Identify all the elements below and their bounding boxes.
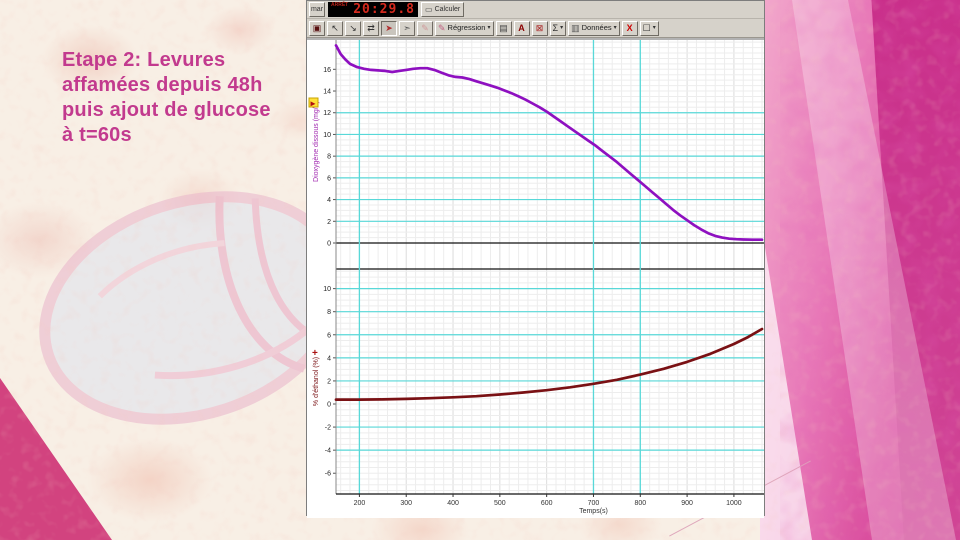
x-tick-label: 300 (400, 500, 412, 507)
y-tick-label: 10 (323, 286, 331, 293)
text-tool-button[interactable]: A (513, 20, 530, 36)
y-tick-label: 0 (327, 402, 331, 409)
save-button[interactable]: ▤ (495, 20, 512, 36)
run-mode-button[interactable]: mar (309, 2, 325, 17)
y-tick-label: 14 (323, 89, 331, 96)
y-tick-label: 4 (327, 197, 331, 204)
run-mode-label: mar (310, 6, 324, 13)
cursor-zoom-out-button[interactable]: ↘ (345, 20, 361, 36)
cursor-zoom-in-button[interactable]: ↖ (327, 20, 343, 36)
caret-down-icon: ▾ (652, 25, 656, 31)
data-button[interactable]: ▥ Données ▾ (568, 20, 620, 36)
y-tick-label: 2 (327, 219, 331, 226)
slide-title-line: à t=60s (62, 124, 132, 146)
x-tick-label: 500 (494, 500, 506, 507)
slide-title: Etape 2: Levures affamées depuis 48h pui… (62, 48, 271, 148)
plus-marker-icon[interactable]: + (312, 348, 318, 359)
x-tick-label: 700 (588, 500, 600, 507)
regression-label: Régression (447, 23, 486, 32)
pointer-menu-button[interactable]: ➣ (399, 20, 415, 36)
timer-bar: mar ARRÊT 20:29.8 ▭ Calculer (307, 1, 764, 19)
y-tick-label: 8 (327, 309, 331, 316)
selection-icon: ☐ (642, 23, 651, 33)
sigma-icon: Σ (552, 23, 559, 33)
sigma-button[interactable]: Σ ▾ (549, 20, 567, 36)
x-tick-label: 600 (541, 500, 553, 507)
calculate-label: Calculer (434, 6, 461, 13)
caret-down-icon: ▾ (560, 25, 564, 31)
regression-button[interactable]: ✎ Régression ▾ (435, 20, 494, 36)
timer-value: 20:29.8 (353, 2, 415, 17)
slide-title-line: puis ajout de glucose (62, 99, 271, 121)
pencil-tool-button[interactable]: ✎ (417, 20, 433, 36)
pointer-menu-icon: ➣ (403, 23, 411, 33)
y-tick-label: 8 (327, 154, 331, 161)
caret-down-icon: ▾ (487, 25, 491, 31)
x-tick-label: 400 (447, 500, 459, 507)
y-tick-label: 12 (323, 110, 331, 117)
dioxygene-axis-label: Dioxygène dissous (mg/L) (313, 101, 320, 182)
x-tick-label: 800 (634, 500, 646, 507)
selection-button[interactable]: ☐ ▾ (639, 20, 659, 36)
y-tick-label: 4 (327, 355, 331, 362)
graph-window-button[interactable]: ▣ (309, 20, 325, 36)
pointer-tool-button[interactable]: ➤ (381, 20, 397, 36)
ethanol-curve (334, 327, 764, 401)
caret-down-icon: ▾ (613, 25, 617, 31)
chart-toolbar: ▣ ↖ ↘ ⇄ ➤ ➣ ✎ ✎ Régression ▾ ▤ A ⊠ Σ ▾ ▥ Données ▾ X ☐ ▾ (307, 19, 764, 38)
y-tick-label: 0 (327, 241, 331, 248)
x-axis-label: Temps(s) (579, 508, 608, 515)
graph-window-icon: ▣ (312, 23, 322, 33)
data-label: Données (581, 23, 612, 32)
slide-title-line: affamées depuis 48h (62, 74, 263, 96)
x-tick-label: 900 (681, 500, 693, 507)
x-tick-label: 1000 (726, 500, 742, 507)
timer-status: ARRÊT (331, 2, 349, 8)
y-tick-label: -6 (325, 471, 331, 478)
y-tick-label: -4 (325, 448, 331, 455)
calculate-button[interactable]: ▭ Calculer (421, 2, 465, 17)
y-tick-label: 2 (327, 378, 331, 385)
regression-icon: ✎ (438, 23, 446, 33)
y-tick-label: 6 (327, 175, 331, 182)
clear-curve-button[interactable]: ⊠ (531, 20, 548, 36)
slide-title-line: Etape 2: Levures (62, 49, 226, 71)
delete-button[interactable]: X (621, 20, 638, 36)
ethanol-axis-label: % d'éthanol (%) (313, 357, 320, 406)
y-tick-label: 6 (327, 332, 331, 339)
text-tool-icon: A (518, 23, 525, 33)
delete-icon: X (626, 23, 633, 33)
y-tick-label: -2 (325, 425, 331, 432)
clear-curve-icon: ⊠ (535, 23, 544, 33)
data-icon: ▥ (571, 23, 580, 33)
pointer-tool-icon: ➤ (385, 23, 393, 33)
timer-display: ARRÊT 20:29.8 (328, 2, 418, 17)
pencil-tool-icon: ✎ (421, 23, 429, 33)
save-icon: ▤ (499, 23, 508, 33)
acquisition-window: mar ARRÊT 20:29.8 ▭ Calculer ▣ ↖ ↘ ⇄ ➤ ➣ ✎ ✎ Rég… (306, 0, 765, 518)
cursor-zoom-out-icon: ↘ (349, 23, 357, 33)
y-tick-label: 10 (323, 132, 331, 139)
cursor-zoom-in-icon: ↖ (331, 23, 339, 33)
x-tick-label: 200 (354, 500, 366, 507)
chart-area[interactable]: 0246810121416Dioxygène dissous (mg/L)▶-6… (307, 38, 764, 518)
swap-curves-icon: ⇄ (367, 23, 375, 33)
y-tick-label: 16 (323, 67, 331, 74)
calculator-icon: ▭ (425, 5, 433, 14)
swap-curves-button[interactable]: ⇄ (363, 20, 379, 36)
